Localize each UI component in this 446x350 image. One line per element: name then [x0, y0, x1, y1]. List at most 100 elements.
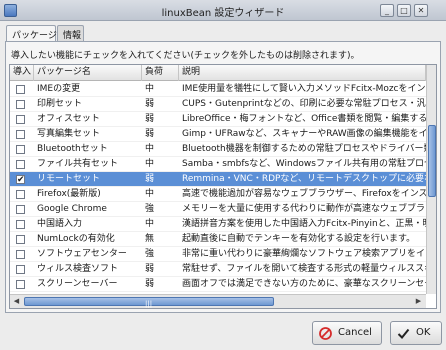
package-name: Bluetoothセット: [37, 144, 108, 154]
package-row[interactable]: 写真編集セット 弱 Gimp・UFRawなど、スキャナーやRAW画像の編集機能をイン…: [10, 127, 426, 142]
package-row[interactable]: Bluetoothセット 中 Bluetooth機器を制御するための常駐プロセスやド…: [10, 142, 426, 157]
install-cell: [10, 127, 34, 142]
packages-panel: 導入したい機能にチェックを入れてください(チェックを外したものは削除されます)。…: [5, 41, 441, 313]
install-cell: [10, 202, 34, 217]
install-cell: [10, 247, 34, 262]
close-button[interactable]: ✕: [414, 4, 428, 17]
package-name: ファイル共有セット: [37, 159, 119, 169]
package-row[interactable]: Google Chrome 強 メモリーを大量に使用する代わりに動作が高速なウェブブ…: [10, 202, 426, 217]
instruction-text: 導入したい機能にチェックを入れてください(チェックを外したものは削除されます)。: [11, 51, 360, 61]
check-icon: [397, 328, 410, 339]
install-checkbox[interactable]: [16, 205, 25, 214]
package-description: 起動直後に自動でテンキーを有効化する設定を行います。: [182, 234, 416, 244]
package-load: 弱: [145, 99, 155, 109]
package-rows: IMEの変更中 IME使用量を犠牲にして賢い入力メソッドFcitx-Mozcをイン…: [10, 82, 426, 292]
install-cell: [10, 112, 34, 127]
vertical-scrollbar[interactable]: [426, 65, 436, 294]
package-description: Samba・smbfsなど、Windowsファイル共有用の常駐プロセスと設: [182, 159, 426, 169]
install-checkbox[interactable]: [16, 100, 25, 109]
package-row[interactable]: ファイル共有セット 中 Samba・smbfsなど、Windowsファイル共有用の常…: [10, 157, 426, 172]
package-description: 漢語拼音方案を使用した中国語入力Fcitx-Pinyinと、正黒・明體フ: [182, 219, 426, 229]
cancel-label: Cancel: [338, 327, 372, 338]
package-row[interactable]: IMEの変更 中 IME使用量を犠牲にして賢い入力メソッドFcitx-Mozcをイン…: [10, 82, 426, 97]
scroll-left-arrow-icon[interactable]: ◀: [11, 296, 22, 307]
install-checkbox[interactable]: [16, 220, 25, 229]
package-load: 弱: [145, 129, 155, 139]
install-checkbox[interactable]: [16, 250, 25, 259]
package-name: 写真編集セット: [37, 129, 101, 139]
install-checkbox[interactable]: [16, 145, 25, 154]
column-header-description[interactable]: 説明: [179, 65, 426, 81]
vertical-scroll-thumb[interactable]: [428, 125, 436, 197]
install-checkbox[interactable]: [16, 280, 25, 289]
package-load: 無: [145, 234, 155, 244]
horizontal-scroll-thumb[interactable]: |||: [24, 297, 274, 308]
install-checkbox[interactable]: [16, 265, 25, 274]
package-load: 中: [145, 219, 155, 229]
package-description: 常駐せず、ファイルを開いて検査する形式の軽量ウィルススキャナー: [182, 264, 426, 274]
package-row[interactable]: リモートセット 弱 Remmina・VNC・RDPなど、リモートデスクトップに必要な…: [10, 172, 426, 187]
package-description: 画面オフでは満足できない方のために、豪華なスクリーンセーバーを: [182, 279, 426, 289]
package-description: 非常に重い代わりに豪華絢爛なソフトウェア検索アプリをインスト: [182, 249, 426, 259]
minimize-button[interactable]: _: [380, 4, 394, 17]
package-load: 弱: [145, 174, 155, 184]
package-name: ソフトウェアセンター: [37, 249, 127, 259]
title-bar: linuxBean 設定ウィザード _ □ ✕: [0, 0, 446, 21]
install-checkbox[interactable]: [16, 130, 25, 139]
package-row[interactable]: オフィスセット 弱 LibreOffice・梅フォントなど、Office書類を閲覧・…: [10, 112, 426, 127]
package-load: 中: [145, 159, 155, 169]
package-row[interactable]: 中国語入力 中 漢語拼音方案を使用した中国語入力Fcitx-Pinyinと、正黒・明…: [10, 217, 426, 232]
package-row[interactable]: ウィルス検査ソフト 弱 常駐せず、ファイルを開いて検査する形式の軽量ウィルススキャナ…: [10, 262, 426, 277]
package-name: IMEの変更: [37, 84, 81, 94]
list-header: 導入 パッケージ名 負荷 説明: [10, 65, 426, 81]
install-checkbox[interactable]: [16, 85, 25, 94]
install-checkbox[interactable]: [16, 190, 25, 199]
package-load: 弱: [145, 279, 155, 289]
ok-label: OK: [416, 327, 431, 338]
install-cell: [10, 277, 34, 292]
install-cell: [10, 97, 34, 112]
package-description: Gimp・UFRawなど、スキャナーやRAW画像の編集機能をインスト: [182, 129, 426, 139]
install-checkbox[interactable]: [16, 173, 25, 187]
install-checkbox[interactable]: [16, 235, 25, 244]
install-cell: [10, 157, 34, 172]
package-name: スクリーンセーバー: [37, 279, 118, 289]
column-header-install[interactable]: 導入: [10, 65, 34, 81]
horizontal-scrollbar[interactable]: ◀ ||| ▶: [10, 294, 426, 308]
grip-icon: |||: [145, 300, 153, 308]
package-row[interactable]: 印刷セット 弱 CUPS・Gutenprintなどの、印刷に必要な常駐プロセス・汎用…: [10, 97, 426, 112]
cancel-button[interactable]: Cancel: [312, 321, 382, 345]
cancel-icon: [319, 327, 332, 340]
package-name: 中国語入力: [37, 219, 83, 229]
package-load: 弱: [145, 264, 155, 274]
install-cell: [10, 142, 34, 157]
install-cell: [10, 82, 34, 97]
install-cell: [10, 217, 34, 232]
package-row[interactable]: Firefox(最新版) 中 高速で機能過加が容易なウェブブラウザー、Firefox…: [10, 187, 426, 202]
install-checkbox[interactable]: [16, 160, 25, 169]
package-description: Remmina・VNC・RDPなど、リモートデスクトップに必要なライブラ: [182, 174, 426, 184]
package-name: ウィルス検査ソフト: [37, 264, 119, 274]
package-name: 印刷セット: [37, 99, 83, 109]
package-load: 中: [145, 84, 155, 94]
package-row[interactable]: ソフトウェアセンター 強 非常に重い代わりに豪華絢爛なソフトウェア検索アプリをインス…: [10, 247, 426, 262]
install-cell: [10, 172, 34, 187]
install-checkbox[interactable]: [16, 115, 25, 124]
package-name: NumLockの有効化: [37, 234, 115, 244]
column-header-package[interactable]: パッケージ名: [34, 65, 142, 81]
package-row[interactable]: NumLockの有効化 無 起動直後に自動でテンキーを有効化する設定を行います。: [10, 232, 426, 247]
package-list: 導入 パッケージ名 負荷 説明 IMEの変更中 IME使用量を犠牲にして賢い入力メ…: [9, 64, 437, 309]
tab-packages[interactable]: パッケージ: [6, 25, 57, 42]
package-description: Bluetooth機器を制御するための常駐プロセスやドライバー類をイ: [182, 144, 426, 154]
package-row[interactable]: スクリーンセーバー 弱 画面オフでは満足できない方のために、豪華なスクリーンセーバー…: [10, 277, 426, 292]
install-cell: [10, 232, 34, 247]
package-description: LibreOffice・梅フォントなど、Office書類を閲覧・編集するために必: [182, 114, 426, 124]
tab-info[interactable]: 情報: [57, 25, 84, 41]
install-cell: [10, 262, 34, 277]
maximize-button[interactable]: □: [397, 4, 411, 17]
scroll-right-arrow-icon[interactable]: ▶: [413, 296, 424, 307]
column-header-load[interactable]: 負荷: [142, 65, 179, 81]
package-name: Firefox(最新版): [37, 189, 101, 199]
ok-button[interactable]: OK: [390, 321, 442, 345]
package-name: Google Chrome: [37, 204, 107, 214]
